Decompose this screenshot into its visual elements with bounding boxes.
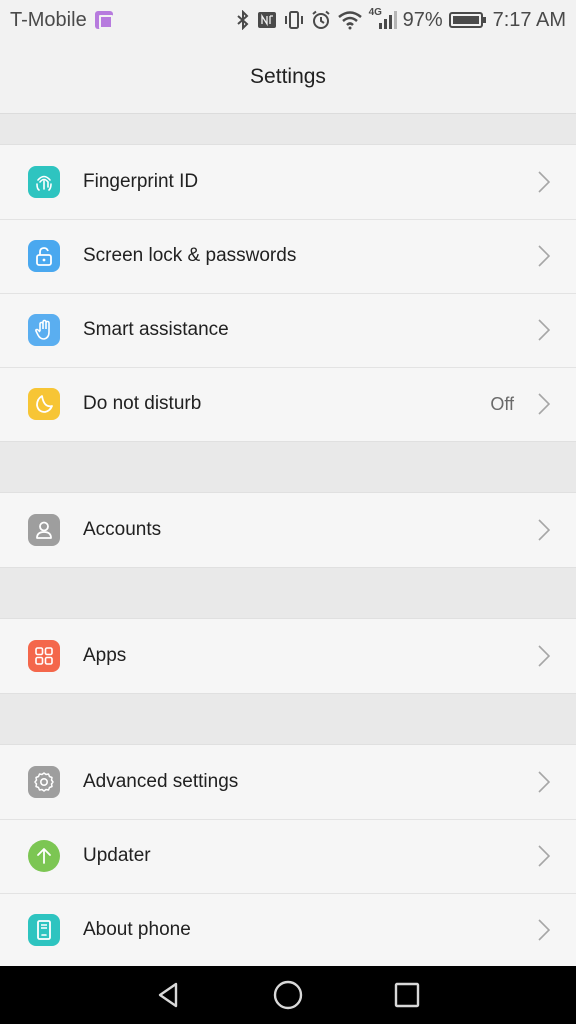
- chevron-right-icon: [538, 171, 552, 193]
- recents-icon: [394, 982, 419, 1008]
- title-bar: Settings: [0, 40, 576, 114]
- chevron-right-icon: [538, 319, 552, 341]
- wifi-icon: [337, 11, 362, 30]
- back-icon: [159, 982, 178, 1008]
- setting-value: Off: [490, 393, 514, 414]
- chevron-right-icon: [538, 393, 552, 415]
- status-bar: T-Mobile 4G 97% 7:17 AM: [0, 0, 576, 40]
- gear-icon: [28, 766, 60, 798]
- fingerprint-icon: [28, 166, 60, 198]
- person-icon: [28, 514, 60, 546]
- setting-fingerprint-id[interactable]: Fingerprint ID: [0, 145, 576, 219]
- lock-open-icon: [28, 240, 60, 272]
- settings-group-device: Fingerprint ID Screen lock & passwords S…: [0, 144, 576, 442]
- signal-icon: [378, 11, 397, 29]
- setting-label: Updater: [83, 845, 151, 866]
- setting-smart-assistance[interactable]: Smart assistance: [0, 293, 576, 367]
- home-button[interactable]: [268, 975, 308, 1015]
- setting-label: About phone: [83, 919, 191, 940]
- settings-group-system: Advanced settings Updater About phone: [0, 744, 576, 968]
- setting-about-phone[interactable]: About phone: [0, 893, 576, 967]
- setting-label: Advanced settings: [83, 771, 239, 792]
- setting-label: Apps: [83, 645, 127, 666]
- back-button[interactable]: [149, 975, 189, 1015]
- clock: 7:17 AM: [492, 8, 566, 31]
- screenshot-notification-icon: [94, 11, 113, 29]
- chevron-right-icon: [538, 919, 552, 941]
- vibrate-icon: [284, 11, 303, 29]
- bluetooth-icon: [236, 10, 249, 30]
- chevron-right-icon: [538, 845, 552, 867]
- settings-group-accounts: Accounts: [0, 492, 576, 568]
- hand-icon: [28, 314, 60, 346]
- chevron-right-icon: [538, 645, 552, 667]
- setting-label: Smart assistance: [83, 319, 229, 340]
- setting-do-not-disturb[interactable]: Do not disturb Off: [0, 367, 576, 441]
- setting-label: Screen lock & passwords: [83, 245, 297, 266]
- status-right: 4G 97% 7:17 AM: [235, 7, 566, 32]
- recents-button[interactable]: [387, 975, 427, 1015]
- status-left: T-Mobile: [10, 9, 113, 32]
- alarm-icon: [311, 10, 330, 29]
- nfc-icon: [257, 12, 276, 28]
- setting-updater[interactable]: Updater: [0, 819, 576, 893]
- settings-group-apps: Apps: [0, 618, 576, 694]
- battery-icon: [448, 12, 486, 28]
- arrow-up-icon: [28, 840, 60, 872]
- setting-accounts[interactable]: Accounts: [0, 493, 576, 567]
- setting-label: Fingerprint ID: [83, 171, 199, 192]
- setting-apps[interactable]: Apps: [0, 619, 576, 693]
- signal-indicator: 4G: [369, 7, 397, 31]
- carrier-name: T-Mobile: [10, 8, 87, 31]
- chevron-right-icon: [538, 771, 552, 793]
- moon-icon: [28, 388, 60, 420]
- page-title: Settings: [250, 64, 326, 88]
- apps-grid-icon: [28, 640, 60, 672]
- setting-screen-lock[interactable]: Screen lock & passwords: [0, 219, 576, 293]
- chevron-right-icon: [538, 245, 552, 267]
- setting-advanced-settings[interactable]: Advanced settings: [0, 745, 576, 819]
- setting-label: Accounts: [83, 519, 162, 540]
- phone-icon: [28, 914, 60, 946]
- battery-percent: 97%: [402, 8, 443, 31]
- setting-label: Do not disturb: [83, 393, 202, 414]
- navigation-bar: [0, 966, 576, 1024]
- chevron-right-icon: [538, 519, 552, 541]
- home-icon: [273, 980, 303, 1010]
